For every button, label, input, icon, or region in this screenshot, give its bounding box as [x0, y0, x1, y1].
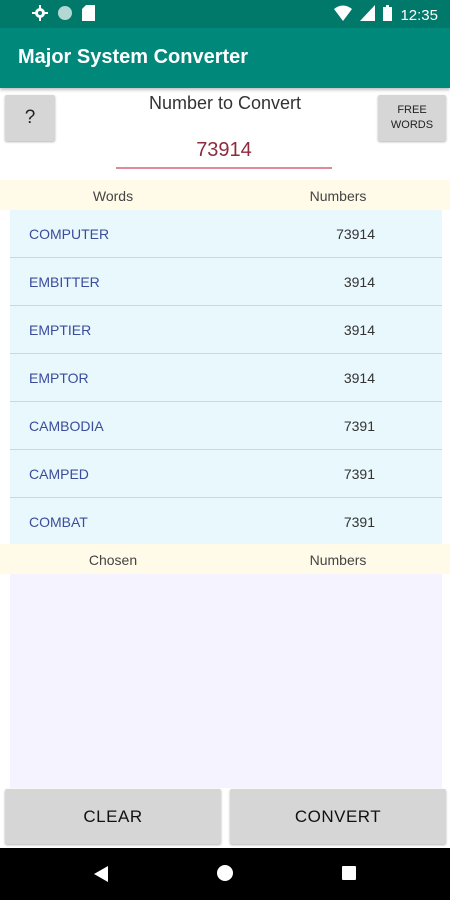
app-title: Major System Converter	[18, 46, 249, 68]
chosen-numbers-column-header: Numbers	[309, 552, 367, 568]
number-label: 3914	[343, 274, 375, 290]
word-label: COMPUTER	[29, 226, 110, 242]
words-header: Words Numbers	[0, 180, 450, 210]
chosen-header: Chosen Numbers	[0, 544, 450, 574]
clear-button[interactable]: CLEAR	[5, 789, 221, 844]
list-item[interactable]: CAMPED 7391	[10, 450, 442, 498]
word-label: EMBITTER	[29, 274, 100, 290]
list-item[interactable]: EMBITTER 3914	[10, 258, 442, 306]
word-label: CAMPED	[29, 466, 89, 482]
navigation-bar	[0, 848, 450, 900]
number-label: 7391	[343, 418, 375, 434]
number-label: 3914	[343, 322, 375, 338]
list-item[interactable]: COMBAT 7391	[10, 498, 442, 546]
clock: 12:35	[400, 7, 438, 24]
sd-card-icon	[82, 5, 95, 26]
list-item[interactable]: EMPTOR 3914	[10, 354, 442, 402]
gear-icon	[32, 5, 48, 26]
word-label: EMPTIER	[29, 322, 92, 338]
list-item[interactable]: COMPUTER 73914	[10, 210, 442, 258]
signal-icon	[360, 5, 376, 26]
convert-button[interactable]: CONVERT	[230, 789, 446, 844]
number-label: 7391	[343, 514, 375, 530]
list-item[interactable]: EMPTIER 3914	[10, 306, 442, 354]
word-label: EMPTOR	[29, 370, 89, 386]
home-icon[interactable]	[217, 865, 233, 881]
number-label: 73914	[336, 226, 375, 242]
list-item[interactable]: CAMBODIA 7391	[10, 402, 442, 450]
battery-icon	[383, 5, 393, 26]
wifi-icon	[334, 5, 353, 26]
number-label: 7391	[343, 466, 375, 482]
circle-icon	[57, 5, 73, 26]
chosen-column-header: Chosen	[88, 552, 138, 568]
chosen-list[interactable]	[10, 574, 442, 788]
status-bar: 12:35	[0, 0, 450, 28]
words-list: COMPUTER 73914 EMBITTER 3914 EMPTIER 391…	[10, 210, 442, 546]
numbers-column-header: Numbers	[309, 188, 367, 204]
free-words-button[interactable]: FREE WORDS	[378, 95, 446, 141]
app-bar: Major System Converter	[0, 28, 450, 88]
words-column-header: Words	[92, 188, 134, 204]
word-label: CAMBODIA	[29, 418, 104, 434]
back-icon[interactable]	[94, 866, 108, 887]
recents-icon[interactable]	[342, 866, 356, 880]
word-label: COMBAT	[29, 514, 88, 530]
number-label: 3914	[343, 370, 375, 386]
number-input[interactable]	[116, 133, 332, 169]
